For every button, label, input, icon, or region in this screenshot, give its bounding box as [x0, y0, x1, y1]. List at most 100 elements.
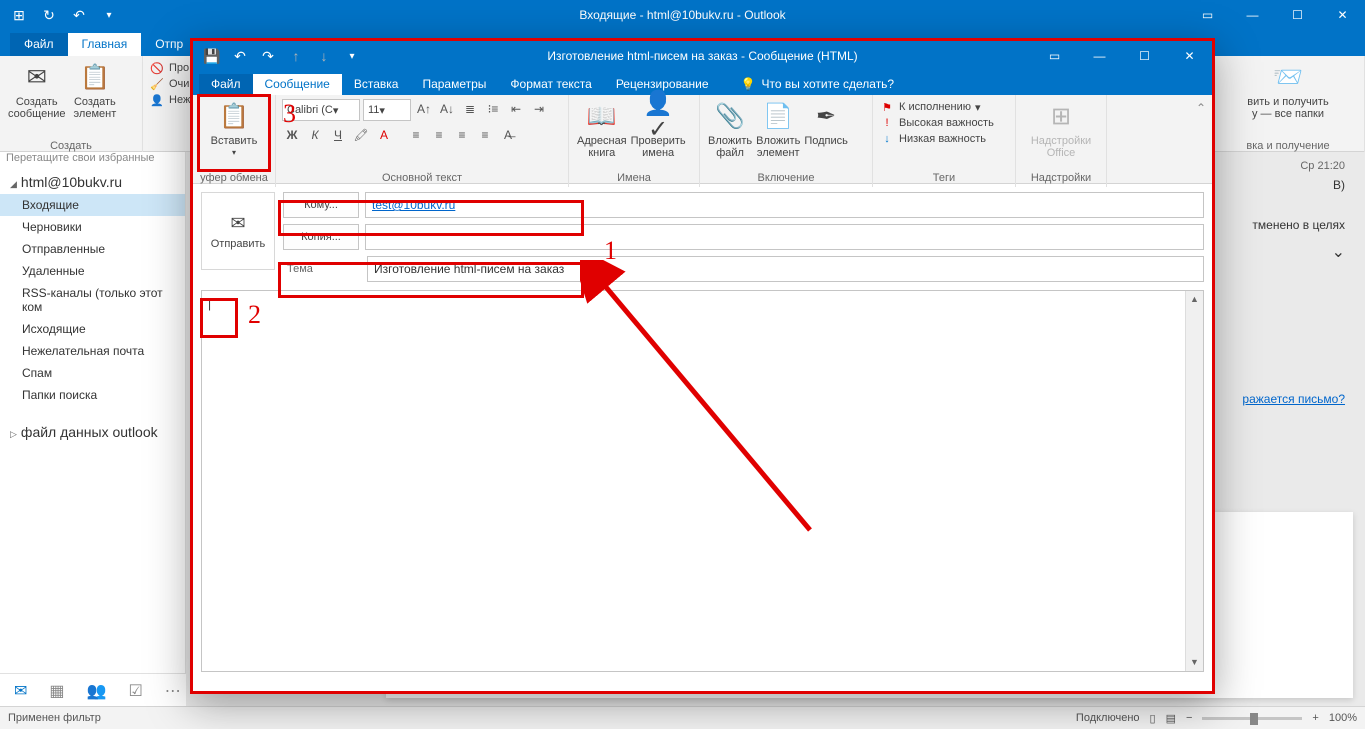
bullets-icon[interactable]: ≣: [460, 99, 480, 119]
cc-input[interactable]: [365, 224, 1204, 250]
address-book-button[interactable]: 📖Адресная книга: [575, 99, 629, 161]
folder-search[interactable]: Папки поиска: [0, 384, 185, 406]
nav-tasks-icon[interactable]: ☑: [128, 681, 142, 701]
folder-inbox[interactable]: Входящие: [0, 194, 185, 216]
reading-frag2: тменено в целях: [1252, 218, 1345, 232]
to-input[interactable]: test@10bukv.ru: [365, 192, 1204, 218]
status-connected: Подключено: [1076, 712, 1140, 724]
message-body[interactable]: | ▲ ▼: [201, 290, 1204, 672]
reading-link-frag[interactable]: ражается письмо?: [1242, 392, 1345, 406]
to-button[interactable]: Кому...: [283, 192, 359, 218]
subject-input[interactable]: Изготовление html-писем на заказ: [367, 256, 1204, 282]
nav-calendar-icon[interactable]: ▦: [49, 681, 64, 701]
qat-undo-icon[interactable]: ↶: [66, 2, 92, 28]
send-button[interactable]: ✉ Отправить: [201, 192, 275, 270]
new-message-button[interactable]: ✉ Создать сообщение: [6, 60, 68, 122]
compose-qat-more-icon[interactable]: ▾: [339, 43, 365, 69]
follow-up-button[interactable]: ⚑К исполнению ▾: [879, 99, 1009, 115]
tell-me-box[interactable]: 💡Что вы хотите сделать?: [741, 77, 895, 95]
align-right-icon[interactable]: ≡: [452, 125, 472, 145]
low-importance-button[interactable]: ↓Низкая важность: [879, 131, 1009, 147]
signature-icon: ✒: [810, 101, 842, 133]
italic-icon[interactable]: К: [305, 125, 325, 145]
broom-icon: 🧹: [149, 76, 165, 92]
maximize-icon[interactable]: ☐: [1275, 0, 1320, 30]
font-color-icon[interactable]: A: [374, 125, 394, 145]
justify-icon[interactable]: ≡: [475, 125, 495, 145]
ctab-options[interactable]: Параметры: [410, 74, 498, 95]
align-center-icon[interactable]: ≡: [429, 125, 449, 145]
font-size-box[interactable]: 11 ▾: [363, 99, 411, 121]
outdent-icon[interactable]: ⇤: [506, 99, 526, 119]
account2-node[interactable]: файл данных outlook: [0, 418, 185, 446]
nav-mail-icon[interactable]: ✉: [14, 681, 27, 701]
folder-pane: html@10bukv.ru Входящие Черновики Отправ…: [0, 152, 186, 708]
tab-file[interactable]: Файл: [10, 33, 68, 56]
annotation-2: 2: [248, 300, 261, 330]
compose-save-icon[interactable]: 💾: [199, 43, 225, 69]
folder-sent[interactable]: Отправленные: [0, 238, 185, 260]
ctab-format[interactable]: Формат текста: [498, 74, 603, 95]
folder-junk[interactable]: Нежелательная почта: [0, 340, 185, 362]
attach-item-button[interactable]: 📄Вложить элемент: [754, 99, 802, 161]
collapse-ribbon-icon[interactable]: ⌃: [1196, 101, 1206, 115]
ctab-insert[interactable]: Вставка: [342, 74, 411, 95]
view-reading-icon[interactable]: ▤: [1166, 712, 1176, 725]
nav-people-icon[interactable]: 👥: [87, 681, 107, 701]
low-imp-icon: ↓: [879, 131, 895, 147]
zoom-in-icon[interactable]: +: [1312, 712, 1318, 724]
account-node[interactable]: html@10bukv.ru: [0, 170, 185, 194]
shrink-font-icon[interactable]: A↓: [437, 99, 457, 119]
scroll-up-icon[interactable]: ▲: [1186, 291, 1203, 308]
view-normal-icon[interactable]: ▯: [1150, 712, 1156, 725]
scroll-down-icon[interactable]: ▼: [1186, 654, 1203, 671]
sendrecv-icon: 📨: [1272, 62, 1304, 94]
clear-fmt-icon[interactable]: A̶: [498, 125, 518, 145]
body-scrollbar[interactable]: ▲ ▼: [1185, 291, 1203, 671]
compose-minimize-icon[interactable]: —: [1077, 41, 1122, 71]
ctab-message[interactable]: Сообщение: [253, 74, 342, 95]
cc-button[interactable]: Копия...: [283, 224, 359, 250]
underline-icon[interactable]: Ч: [328, 125, 348, 145]
folder-spam[interactable]: Спам: [0, 362, 185, 384]
high-importance-button[interactable]: !Высокая важность: [879, 115, 1009, 131]
msg-date: Ср 21:20: [1300, 160, 1345, 172]
signature-button[interactable]: ✒Подпись: [802, 99, 850, 161]
paste-button[interactable]: 📋 Вставить ▾: [199, 99, 269, 160]
compose-close-icon[interactable]: ✕: [1167, 41, 1212, 71]
zoom-out-icon[interactable]: −: [1186, 712, 1192, 724]
main-window-title: Входящие - html@10bukv.ru - Outlook: [0, 8, 1365, 22]
check-names-button[interactable]: 👤✓Проверить имена: [629, 99, 688, 161]
attach-item-icon: 📄: [762, 101, 794, 133]
compose-redo-icon[interactable]: ↷: [255, 43, 281, 69]
grow-font-icon[interactable]: A↑: [414, 99, 434, 119]
attach-file-button[interactable]: 📎Вложить файл: [706, 99, 754, 161]
highlight-icon[interactable]: 🖍: [351, 125, 371, 145]
send-icon: ✉: [230, 213, 245, 234]
minimize-icon[interactable]: —: [1230, 0, 1275, 30]
reading-frag1: В): [1333, 178, 1345, 192]
folder-rss[interactable]: RSS-каналы (только этот ком: [0, 282, 185, 318]
folder-deleted[interactable]: Удаленные: [0, 260, 185, 282]
nav-more-icon[interactable]: ⋯: [165, 681, 181, 701]
align-left-icon[interactable]: ≡: [406, 125, 426, 145]
sendrecv-all-button[interactable]: 📨 вить и получить у — все папки: [1218, 60, 1358, 122]
folder-outbox[interactable]: Исходящие: [0, 318, 185, 340]
numbering-icon[interactable]: ⁝≡: [483, 99, 503, 119]
indent-icon[interactable]: ⇥: [529, 99, 549, 119]
compose-undo-icon[interactable]: ↶: [227, 43, 253, 69]
ctab-file[interactable]: Файл: [199, 74, 253, 95]
compose-maximize-icon[interactable]: ☐: [1122, 41, 1167, 71]
check-names-icon: 👤✓: [642, 101, 674, 133]
new-item-button[interactable]: 📋 Создать элемент: [72, 60, 119, 122]
ribbon-options-icon[interactable]: ▭: [1185, 0, 1230, 30]
close-icon[interactable]: ✕: [1320, 0, 1365, 30]
compose-ribbon-opts-icon[interactable]: ▭: [1032, 41, 1077, 71]
tab-sendrecv[interactable]: Отпр: [141, 33, 197, 56]
qat-sendrecv-icon[interactable]: ↻: [36, 2, 62, 28]
zoom-slider[interactable]: [1202, 717, 1302, 720]
qat-outlook-icon[interactable]: ⊞: [6, 2, 32, 28]
qat-customize-icon[interactable]: ▾: [96, 2, 122, 28]
tab-home[interactable]: Главная: [68, 33, 142, 56]
folder-drafts[interactable]: Черновики: [0, 216, 185, 238]
